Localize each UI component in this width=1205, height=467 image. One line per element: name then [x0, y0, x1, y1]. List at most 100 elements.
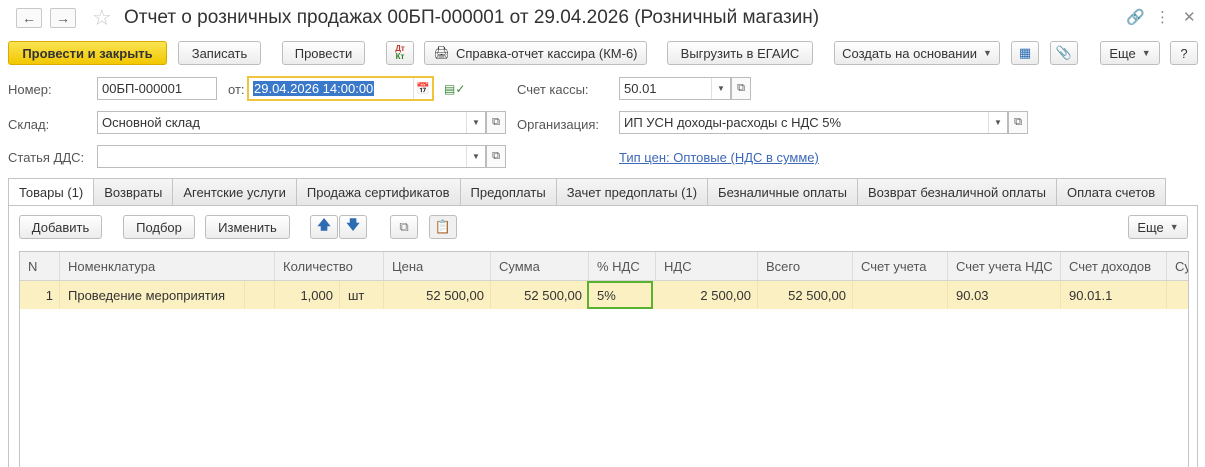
dt-kt-button[interactable]: Дт Кт — [386, 41, 414, 65]
cash-account-label: Счет кассы: — [517, 82, 589, 97]
cell-qty[interactable]: 1,000 — [275, 281, 340, 309]
help-button[interactable]: ? — [1170, 41, 1198, 65]
cell-vat-rate[interactable]: 5% — [587, 281, 653, 309]
col-total[interactable]: Всего — [758, 252, 853, 280]
tab-prepayments[interactable]: Предоплаты — [459, 178, 557, 205]
dropdown-icon[interactable]: ▼ — [711, 78, 730, 99]
date-value: 29.04.2026 14:00:00 — [253, 81, 375, 96]
open-icon[interactable]: ⧉ — [1008, 111, 1028, 134]
cell-sum[interactable]: 52 500,00 — [491, 281, 589, 309]
col-sum[interactable]: Сумма — [491, 252, 589, 280]
structure-button[interactable]: ▦ — [1011, 41, 1039, 65]
price-type-link[interactable]: Тип цен: Оптовые (НДС в сумме) — [619, 150, 819, 165]
forward-button[interactable]: → — [50, 8, 76, 28]
more-button[interactable]: Еще ▼ — [1100, 41, 1160, 65]
tab-returns[interactable]: Возвраты — [93, 178, 174, 205]
printer-icon: 🖨 — [433, 45, 450, 60]
cell-vat-account[interactable]: 90.03 — [948, 281, 1061, 309]
dds-label: Статья ДДС: — [8, 150, 85, 165]
cell-total[interactable]: 52 500,00 — [758, 281, 853, 309]
organization-field[interactable]: ИП УСН доходы-расходы с НДС 5% ▼ — [619, 111, 1008, 134]
col-item[interactable]: Номенклатура — [60, 252, 275, 280]
cell-vat[interactable]: 2 500,00 — [656, 281, 758, 309]
cell-income-account[interactable]: 90.01.1 — [1061, 281, 1167, 309]
cash-account-value: 50.01 — [624, 81, 657, 96]
warehouse-field[interactable]: Основной склад ▼ — [97, 111, 486, 134]
cell-n: 1 — [20, 281, 60, 309]
move-up-button[interactable]: 🡅 — [310, 215, 338, 239]
close-icon[interactable]: ✕ — [1183, 8, 1196, 26]
col-qty[interactable]: Количество — [275, 252, 384, 280]
warehouse-value: Основной склад — [102, 115, 200, 130]
cell-account[interactable] — [853, 281, 948, 309]
attachment-button[interactable]: 📎 — [1050, 41, 1078, 65]
cash-account-field[interactable]: 50.01 ▼ — [619, 77, 731, 100]
calendar-icon[interactable]: 📅 — [413, 78, 432, 99]
open-icon[interactable]: ⧉ — [486, 111, 506, 134]
date-label: от: — [228, 82, 245, 97]
goods-table: N Номенклатура Количество Цена Сумма % Н… — [19, 251, 1189, 467]
col-vat-rate[interactable]: % НДС — [589, 252, 656, 280]
col-more[interactable]: Су — [1167, 252, 1188, 280]
post-and-close-button[interactable]: Провести и закрыть — [8, 41, 167, 65]
chevron-down-icon: ▼ — [982, 48, 992, 58]
col-vat-account[interactable]: Счет учета НДС — [948, 252, 1061, 280]
tab-agent-services[interactable]: Агентские услуги — [172, 178, 297, 205]
paste-button[interactable]: 📋 — [429, 215, 457, 239]
tab-certificates[interactable]: Продажа сертификатов — [295, 178, 461, 205]
save-button[interactable]: Записать — [178, 41, 261, 65]
export-egais-button[interactable]: Выгрузить в ЕГАИС — [667, 41, 813, 65]
favorite-star-icon[interactable]: ☆ — [92, 5, 112, 31]
date-field[interactable]: 29.04.2026 14:00:00 📅 — [247, 76, 434, 101]
arrow-down-icon: 🡇 — [346, 217, 360, 232]
arrow-up-icon: 🡅 — [317, 217, 331, 232]
move-down-button[interactable]: 🡇 — [339, 215, 367, 239]
back-button[interactable]: ← — [16, 8, 42, 28]
paperclip-icon: 📎 — [1055, 45, 1073, 60]
tab-prepayment-offset[interactable]: Зачет предоплаты (1) — [555, 178, 709, 205]
table-header: N Номенклатура Количество Цена Сумма % Н… — [20, 252, 1188, 281]
chevron-down-icon: ▼ — [1141, 48, 1151, 58]
copy-button[interactable]: ⧉ — [390, 215, 418, 239]
tab-cashless-refund[interactable]: Возврат безналичной оплаты — [856, 178, 1057, 205]
col-n[interactable]: N — [20, 252, 60, 280]
structure-icon: ▦ — [1018, 45, 1032, 60]
dt-kt-icon: Дт Кт — [395, 44, 405, 61]
table-row[interactable]: 1 Проведение мероприятия 1,000 шт 52 500… — [20, 281, 1188, 309]
tab-cashless-payments[interactable]: Безналичные оплаты — [707, 178, 858, 205]
col-account[interactable]: Счет учета — [853, 252, 948, 280]
tab-goods[interactable]: Товары (1) — [8, 178, 95, 206]
number-label: Номер: — [8, 82, 52, 97]
create-based-on-button[interactable]: Создать на основании ▼ — [834, 41, 1000, 65]
pick-button[interactable]: Подбор — [123, 215, 195, 239]
post-button[interactable]: Провести — [282, 41, 365, 65]
link-icon[interactable]: 🔗 — [1126, 8, 1145, 26]
number-field[interactable]: 00БП-000001 — [97, 77, 217, 100]
cell-item-extra — [245, 281, 275, 309]
col-price[interactable]: Цена — [384, 252, 491, 280]
cell-price[interactable]: 52 500,00 — [384, 281, 491, 309]
col-income-account[interactable]: Счет доходов — [1061, 252, 1167, 280]
tab-invoice-payment[interactable]: Оплата счетов — [1055, 178, 1167, 205]
open-icon[interactable]: ⧉ — [731, 77, 751, 100]
edit-button[interactable]: Изменить — [205, 215, 290, 239]
create-based-on-label: Создать на основании — [842, 45, 977, 61]
check-list-icon[interactable]: ▤✓ — [444, 82, 465, 96]
arrow-right-icon: → — [56, 10, 70, 26]
table-more-button[interactable]: Еще ▼ — [1128, 215, 1188, 239]
organization-value: ИП УСН доходы-расходы с НДС 5% — [624, 115, 842, 130]
copy-icon: ⧉ — [399, 219, 409, 234]
arrow-left-icon: ← — [22, 10, 36, 26]
dropdown-icon[interactable]: ▼ — [466, 146, 485, 167]
cell-item[interactable]: Проведение мероприятия — [60, 281, 245, 309]
add-button[interactable]: Добавить — [19, 215, 102, 239]
paste-icon: 📋 — [434, 219, 452, 234]
col-vat[interactable]: НДС — [656, 252, 758, 280]
dropdown-icon[interactable]: ▼ — [988, 112, 1007, 133]
cashier-report-button[interactable]: 🖨 Справка-отчет кассира (КМ-6) — [424, 41, 647, 65]
cell-unit[interactable]: шт — [340, 281, 384, 309]
more-vertical-icon[interactable]: ⋮ — [1155, 8, 1170, 26]
open-icon[interactable]: ⧉ — [486, 145, 506, 168]
dds-field[interactable]: ▼ — [97, 145, 486, 168]
dropdown-icon[interactable]: ▼ — [466, 112, 485, 133]
